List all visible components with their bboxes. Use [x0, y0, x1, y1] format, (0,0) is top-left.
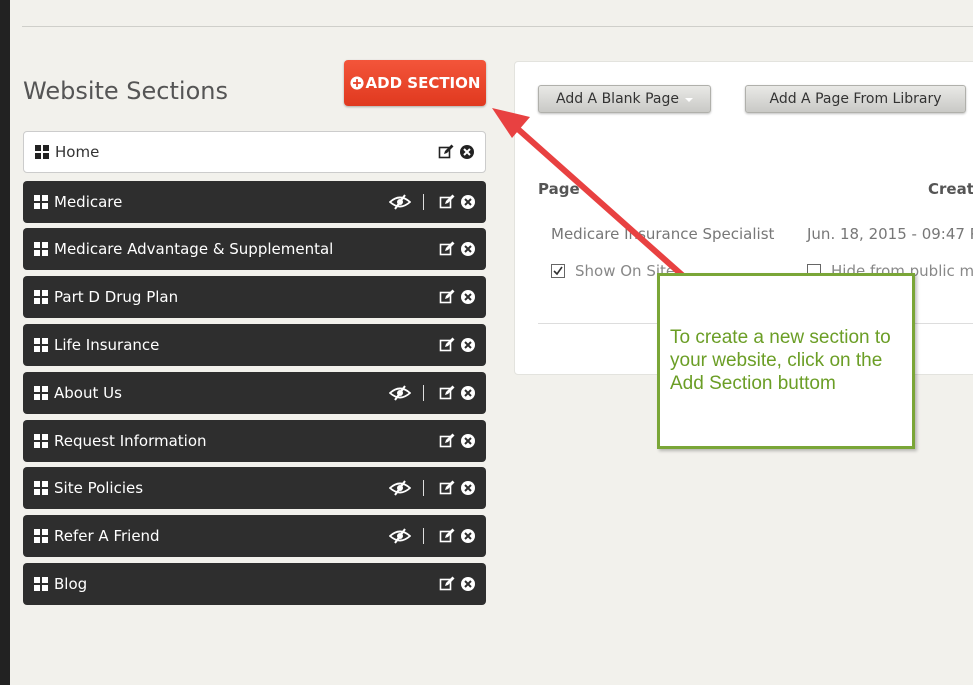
grid-icon	[34, 529, 48, 543]
add-blank-page-button[interactable]: Add A Blank Page	[538, 85, 711, 113]
edit-icon[interactable]	[439, 528, 455, 544]
delete-circle-icon[interactable]	[460, 433, 476, 449]
grid-icon	[34, 242, 48, 256]
section-item-label: Refer A Friend	[54, 527, 160, 545]
section-actions	[384, 528, 476, 544]
delete-circle-icon[interactable]	[460, 576, 476, 592]
add-blank-page-label: Add A Blank Page	[556, 91, 679, 107]
add-section-label: ADD SECTION	[365, 74, 481, 92]
section-item[interactable]: About Us	[23, 372, 486, 414]
grid-icon	[34, 386, 48, 400]
checkmark-icon	[553, 266, 563, 276]
action-divider	[423, 385, 424, 401]
grid-icon	[34, 481, 48, 495]
section-item-label: Home	[55, 143, 100, 161]
page-name-link[interactable]: Medicare Insurance Specialist	[551, 225, 774, 243]
section-item[interactable]: Blog	[23, 563, 486, 605]
column-header-created: Create	[928, 180, 973, 198]
edit-icon[interactable]	[438, 144, 454, 160]
panel-title: Website Sections	[23, 77, 228, 105]
section-item[interactable]: Medicare Advantage & Supplemental	[23, 228, 486, 270]
grid-icon	[34, 195, 48, 209]
delete-circle-icon[interactable]	[460, 337, 476, 353]
edit-icon[interactable]	[439, 194, 455, 210]
action-divider	[423, 528, 424, 544]
section-actions	[384, 194, 476, 210]
section-item[interactable]: Medicare	[23, 181, 486, 223]
delete-circle-icon[interactable]	[460, 289, 476, 305]
edit-icon[interactable]	[439, 337, 455, 353]
delete-circle-icon[interactable]	[460, 480, 476, 496]
add-library-label: Add A Page From Library	[769, 91, 942, 107]
edit-icon[interactable]	[439, 480, 455, 496]
section-actions	[384, 480, 476, 496]
add-page-from-library-button[interactable]: Add A Page From Library	[745, 85, 966, 113]
section-item-label: Site Policies	[54, 479, 144, 497]
show-on-site-checkbox[interactable]	[551, 264, 565, 278]
grid-icon	[34, 434, 48, 448]
callout-text: To create a new section to your website,…	[670, 327, 891, 394]
column-header-page: Page	[538, 180, 580, 198]
delete-circle-icon[interactable]	[460, 385, 476, 401]
delete-circle-icon[interactable]	[459, 144, 475, 160]
section-actions	[434, 241, 476, 257]
section-item-label: Medicare	[54, 193, 123, 211]
section-item-label: Medicare Advantage & Supplemental	[54, 240, 334, 258]
edit-icon[interactable]	[439, 433, 455, 449]
delete-circle-icon[interactable]	[460, 194, 476, 210]
eye-slash-icon[interactable]	[389, 194, 411, 210]
grid-icon	[34, 290, 48, 304]
eye-slash-icon[interactable]	[389, 385, 411, 401]
grid-icon	[35, 145, 49, 159]
section-item-label: Part D Drug Plan	[54, 288, 179, 306]
section-item-label: Request Information	[54, 432, 207, 450]
left-edge-bar	[0, 0, 10, 685]
action-divider	[423, 480, 424, 496]
edit-icon[interactable]	[439, 576, 455, 592]
section-item[interactable]: Refer A Friend	[23, 515, 486, 557]
grid-icon	[34, 577, 48, 591]
delete-circle-icon[interactable]	[460, 241, 476, 257]
action-divider	[423, 194, 424, 210]
edit-icon[interactable]	[439, 241, 455, 257]
eye-slash-icon[interactable]	[389, 528, 411, 544]
edit-icon[interactable]	[439, 289, 455, 305]
edit-icon[interactable]	[439, 385, 455, 401]
plus-circle-icon	[349, 76, 364, 90]
page-created-date: Jun. 18, 2015 - 09:47 P	[807, 225, 973, 243]
section-actions	[434, 576, 476, 592]
section-actions	[434, 337, 476, 353]
section-actions	[434, 289, 476, 305]
section-item[interactable]: Home	[23, 131, 486, 173]
section-item[interactable]: Life Insurance	[23, 324, 486, 366]
eye-slash-icon[interactable]	[389, 480, 411, 496]
grid-icon	[34, 338, 48, 352]
section-actions	[384, 385, 476, 401]
add-section-button[interactable]: ADD SECTION	[344, 60, 486, 106]
section-item-label: About Us	[54, 384, 122, 402]
section-item-label: Life Insurance	[54, 336, 160, 354]
section-actions	[433, 144, 475, 160]
section-actions	[434, 433, 476, 449]
top-divider	[22, 26, 973, 27]
caret-down-icon	[684, 98, 693, 102]
instruction-callout: To create a new section to your website,…	[657, 273, 915, 449]
section-item[interactable]: Site Policies	[23, 467, 486, 509]
delete-circle-icon[interactable]	[460, 528, 476, 544]
section-item-label: Blog	[54, 575, 88, 593]
section-item[interactable]: Request Information	[23, 420, 486, 462]
section-item[interactable]: Part D Drug Plan	[23, 276, 486, 318]
